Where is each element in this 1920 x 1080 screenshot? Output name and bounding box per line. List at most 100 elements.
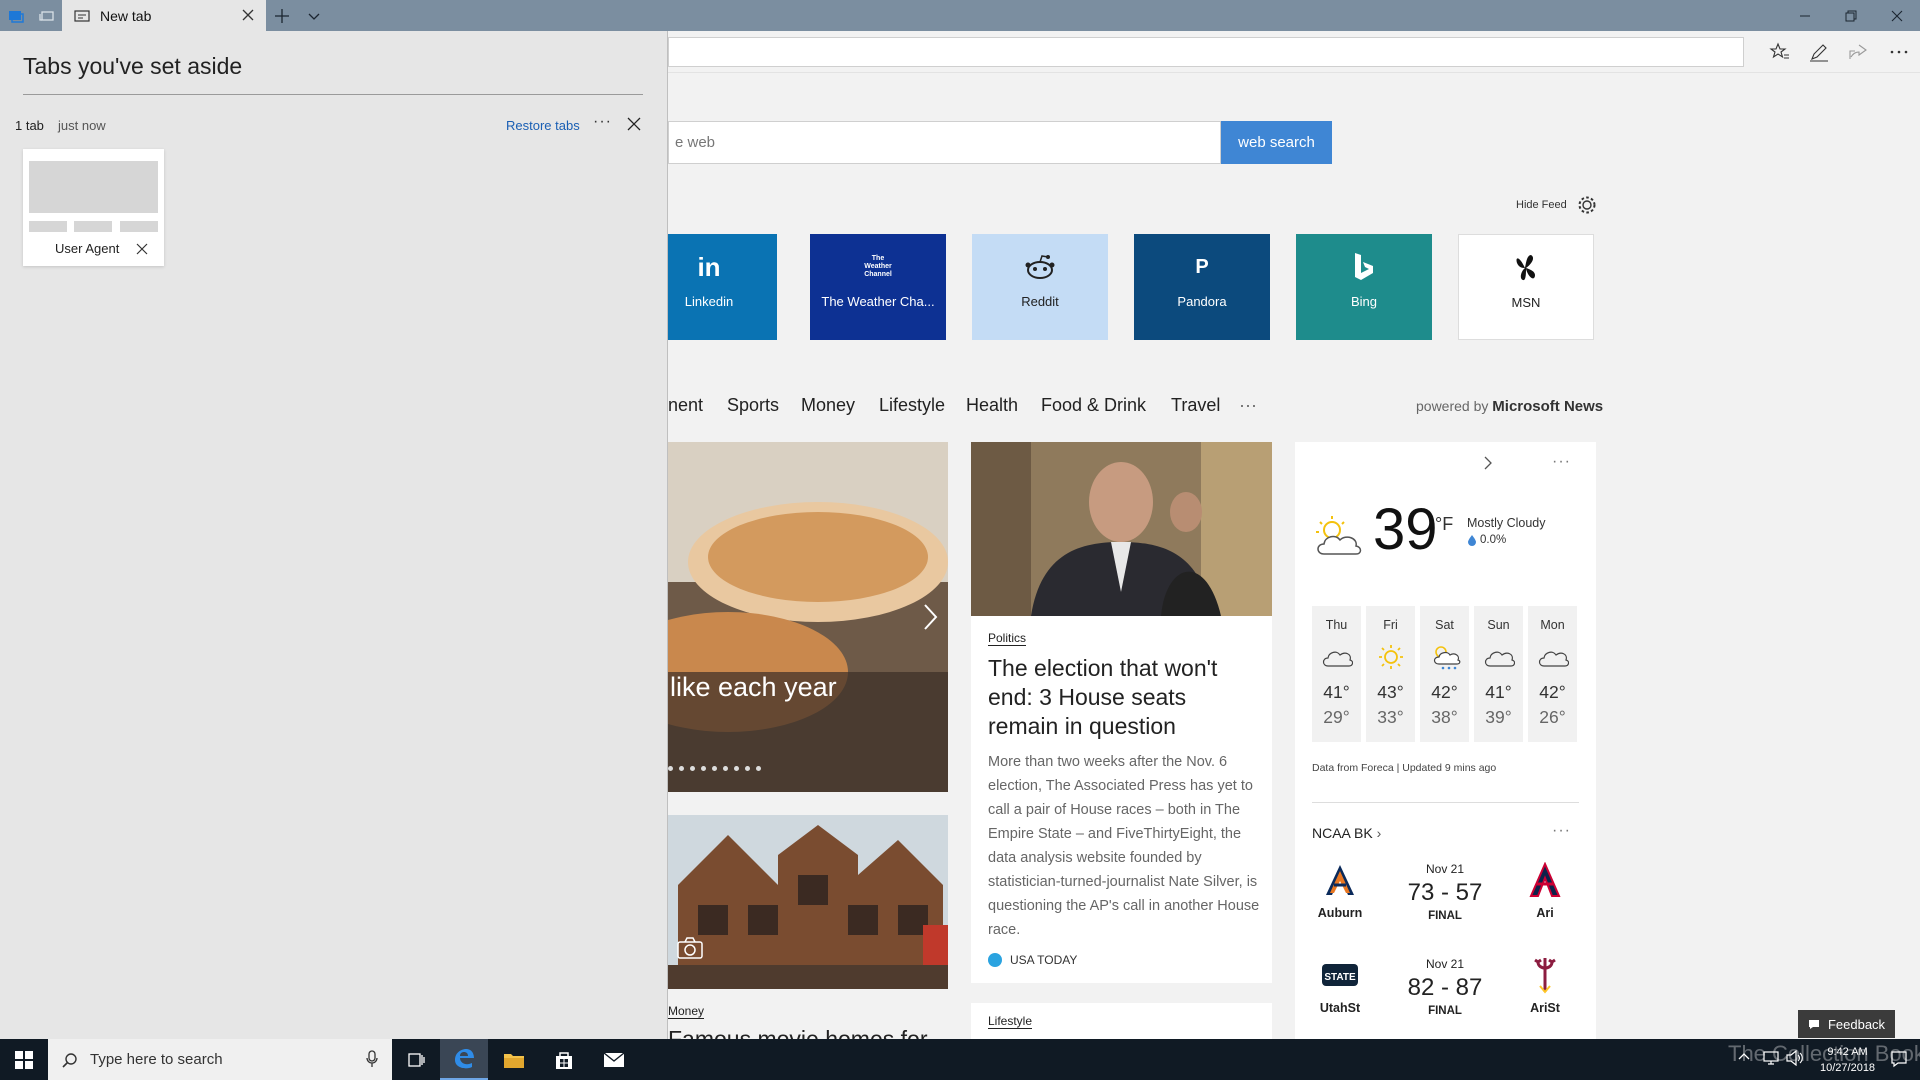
- tab-new-tab[interactable]: New tab: [62, 0, 266, 31]
- category-health[interactable]: Health: [966, 395, 1018, 416]
- tab-preview-chevron-icon[interactable]: [304, 6, 324, 26]
- top-site-weather-channel[interactable]: The Weather Channel The Weather Cha...: [810, 234, 946, 340]
- new-tab-plus-icon[interactable]: [272, 6, 292, 26]
- forecast-low: 39°: [1485, 707, 1512, 727]
- task-view-button[interactable]: [392, 1039, 440, 1080]
- microphone-icon[interactable]: [366, 1050, 378, 1068]
- windows-start-button[interactable]: [0, 1039, 48, 1080]
- forecast-day[interactable]: Sat 42° 38°: [1420, 606, 1469, 742]
- game-score[interactable]: 82 - 87: [1395, 974, 1495, 1002]
- category-lifestyle[interactable]: Lifestyle: [879, 395, 945, 416]
- close-icon[interactable]: [136, 243, 148, 255]
- web-note-pen-icon[interactable]: [1808, 41, 1830, 63]
- address-input[interactable]: [668, 37, 1744, 67]
- tabs-aside-icon[interactable]: [6, 6, 26, 26]
- category-more[interactable]: ···: [1239, 395, 1257, 416]
- mail-icon[interactable]: [590, 1039, 638, 1080]
- file-explorer-icon[interactable]: [490, 1039, 538, 1080]
- weather-source: Data from Foreca | Updated 9 mins ago: [1312, 762, 1497, 774]
- category-food-drink[interactable]: Food & Drink: [1041, 395, 1146, 416]
- game-score[interactable]: 73 - 57: [1395, 879, 1495, 907]
- web-search-input[interactable]: e web: [668, 121, 1221, 164]
- category-badge[interactable]: Politics: [988, 631, 1027, 646]
- powered-by-brand[interactable]: Microsoft News: [1492, 398, 1603, 415]
- forecast-high: 41°: [1323, 682, 1350, 702]
- team-arizona-state[interactable]: AriSt: [1515, 955, 1575, 1015]
- feedback-button[interactable]: Feedback: [1798, 1010, 1895, 1038]
- panel-title: Tabs you've set aside: [23, 53, 243, 79]
- lifestyle-story-card[interactable]: Lifestyle: [971, 1003, 1272, 1039]
- set-aside-tabs-icon[interactable]: [37, 6, 57, 26]
- hero-headline: like each year: [670, 672, 837, 702]
- tab-group-count: 1 tab: [15, 118, 44, 133]
- politics-story-card[interactable]: Politics The election that won't end: 3 …: [971, 442, 1272, 983]
- more-options-icon[interactable]: ···: [593, 113, 612, 131]
- category-money[interactable]: Money: [801, 395, 855, 416]
- close-window-button[interactable]: [1874, 0, 1920, 31]
- gear-icon[interactable]: [1576, 194, 1598, 216]
- category-entertainment[interactable]: nent: [668, 395, 703, 416]
- tab-thumbnail-bar: [120, 221, 158, 232]
- set-aside-tab-card[interactable]: User Agent: [23, 149, 164, 266]
- store-icon[interactable]: [540, 1039, 588, 1080]
- settings-more-icon[interactable]: [1888, 41, 1910, 63]
- precipitation: 0.0%: [1468, 534, 1506, 546]
- favorites-star-icon[interactable]: [1769, 41, 1791, 63]
- source-name: USA TODAY: [1010, 953, 1078, 967]
- hero-story-card[interactable]: like each year: [668, 442, 948, 792]
- category-sports[interactable]: Sports: [727, 395, 779, 416]
- forecast-high: 42°: [1431, 682, 1458, 702]
- top-site-reddit[interactable]: Reddit: [972, 234, 1108, 340]
- top-site-pandora[interactable]: P Pandora: [1134, 234, 1270, 340]
- category-travel[interactable]: Travel: [1171, 395, 1220, 416]
- chevron-right-icon[interactable]: [1483, 456, 1493, 470]
- top-site-label: The Weather Cha...: [821, 294, 935, 309]
- raindrop-icon: [1468, 534, 1476, 546]
- forecast-high: 42°: [1539, 682, 1566, 702]
- category-badge[interactable]: Money: [668, 1004, 705, 1019]
- forecast-day[interactable]: Fri 43° 33°: [1366, 606, 1415, 742]
- story-headline[interactable]: Famous movie homes for: [668, 1026, 927, 1039]
- close-icon[interactable]: [627, 117, 641, 131]
- story-headline[interactable]: The election that won't end: 3 House sea…: [988, 654, 1258, 741]
- edge-taskbar-icon[interactable]: [440, 1039, 488, 1080]
- team-auburn[interactable]: Auburn: [1310, 860, 1370, 920]
- chevron-right-icon[interactable]: [920, 602, 940, 632]
- forecast-high: 43°: [1377, 682, 1404, 702]
- game-date: Nov 21: [1425, 862, 1465, 876]
- tab-title: New tab: [100, 7, 152, 24]
- minimize-button[interactable]: [1782, 0, 1828, 31]
- share-icon[interactable]: [1847, 41, 1869, 63]
- hide-feed-link[interactable]: Hide Feed: [1516, 199, 1567, 211]
- ncaa-more-icon[interactable]: ···: [1552, 822, 1571, 840]
- temperature-unit[interactable]: °F: [1435, 514, 1453, 535]
- forecast-day[interactable]: Mon 42° 26°: [1528, 606, 1577, 742]
- team-utah-state[interactable]: STATE UtahSt: [1310, 955, 1370, 1015]
- game-status: FINAL: [1428, 1005, 1462, 1017]
- category-badge[interactable]: Lifestyle: [988, 1014, 1033, 1029]
- restore-tabs-link[interactable]: Restore tabs: [506, 118, 580, 133]
- taskbar-search-box[interactable]: Type here to search: [48, 1039, 392, 1080]
- pandora-icon: P: [1195, 255, 1209, 278]
- forecast-day[interactable]: Thu 41° 29°: [1312, 606, 1361, 742]
- restore-button[interactable]: [1828, 0, 1874, 31]
- top-site-label: Pandora: [1177, 294, 1227, 309]
- close-tab-icon[interactable]: [240, 7, 256, 23]
- forecast-low: 38°: [1431, 707, 1458, 727]
- carousel-dots[interactable]: [668, 766, 761, 771]
- money-story-image-card[interactable]: [668, 815, 948, 989]
- weather-more-icon[interactable]: ···: [1552, 453, 1571, 471]
- top-site-label: Linkedin: [684, 294, 734, 309]
- politics-photo: [971, 442, 1272, 616]
- web-search-button[interactable]: web search: [1221, 121, 1332, 164]
- powered-by: powered by Microsoft News: [1416, 398, 1603, 415]
- ncaa-title[interactable]: NCAA BK ›: [1312, 825, 1381, 841]
- forecast-low: 33°: [1377, 707, 1404, 727]
- team-arizona[interactable]: Ari: [1515, 860, 1575, 920]
- cloud-icon: [1483, 644, 1515, 670]
- arizona-logo-icon: [1523, 860, 1567, 900]
- weather-card: ··· 39 °F Mostly Cloudy 0.0% Thu 41° 29°…: [1295, 442, 1596, 1039]
- forecast-day[interactable]: Sun 41° 39°: [1474, 606, 1523, 742]
- top-site-bing[interactable]: Bing: [1296, 234, 1432, 340]
- top-site-msn[interactable]: MSN: [1458, 234, 1594, 340]
